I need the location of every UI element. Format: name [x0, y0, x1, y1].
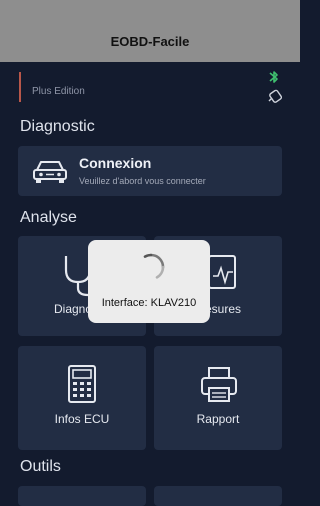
title-bar: EOBD-Facile	[0, 0, 300, 62]
tile-infos-ecu-label: Infos ECU	[54, 412, 110, 426]
connexion-subtitle: Veuillez d'abord vous connecter	[79, 176, 206, 186]
connexion-title: Connexion	[79, 155, 152, 171]
app-title: EOBD-Facile	[110, 33, 190, 49]
tile-rapport-label: Rapport	[196, 412, 240, 426]
loading-spinner-icon	[136, 252, 166, 287]
tile-outils-2[interactable]	[154, 486, 282, 506]
obd-adapter-icon[interactable]	[267, 88, 285, 109]
section-analyse: Analyse	[20, 209, 77, 226]
connexion-card[interactable]: Connexion Veuillez d'abord vous connecte…	[18, 146, 282, 196]
tile-outils-1[interactable]	[18, 486, 146, 506]
printer-icon	[199, 366, 239, 409]
car-icon	[31, 158, 69, 191]
chart-monitor-icon	[206, 252, 240, 297]
edition-accent-bar	[19, 72, 21, 102]
section-diagnostic: Diagnostic	[20, 118, 95, 135]
tile-infos-ecu[interactable]: Infos ECU	[18, 346, 146, 450]
calculator-icon	[67, 364, 97, 409]
loading-interface-text: Interface: KLAV210	[101, 297, 197, 309]
edition-label: Plus Edition	[32, 86, 85, 97]
bluetooth-icon[interactable]	[268, 69, 280, 90]
section-outils: Outils	[20, 458, 61, 475]
tile-rapport[interactable]: Rapport	[154, 346, 282, 450]
